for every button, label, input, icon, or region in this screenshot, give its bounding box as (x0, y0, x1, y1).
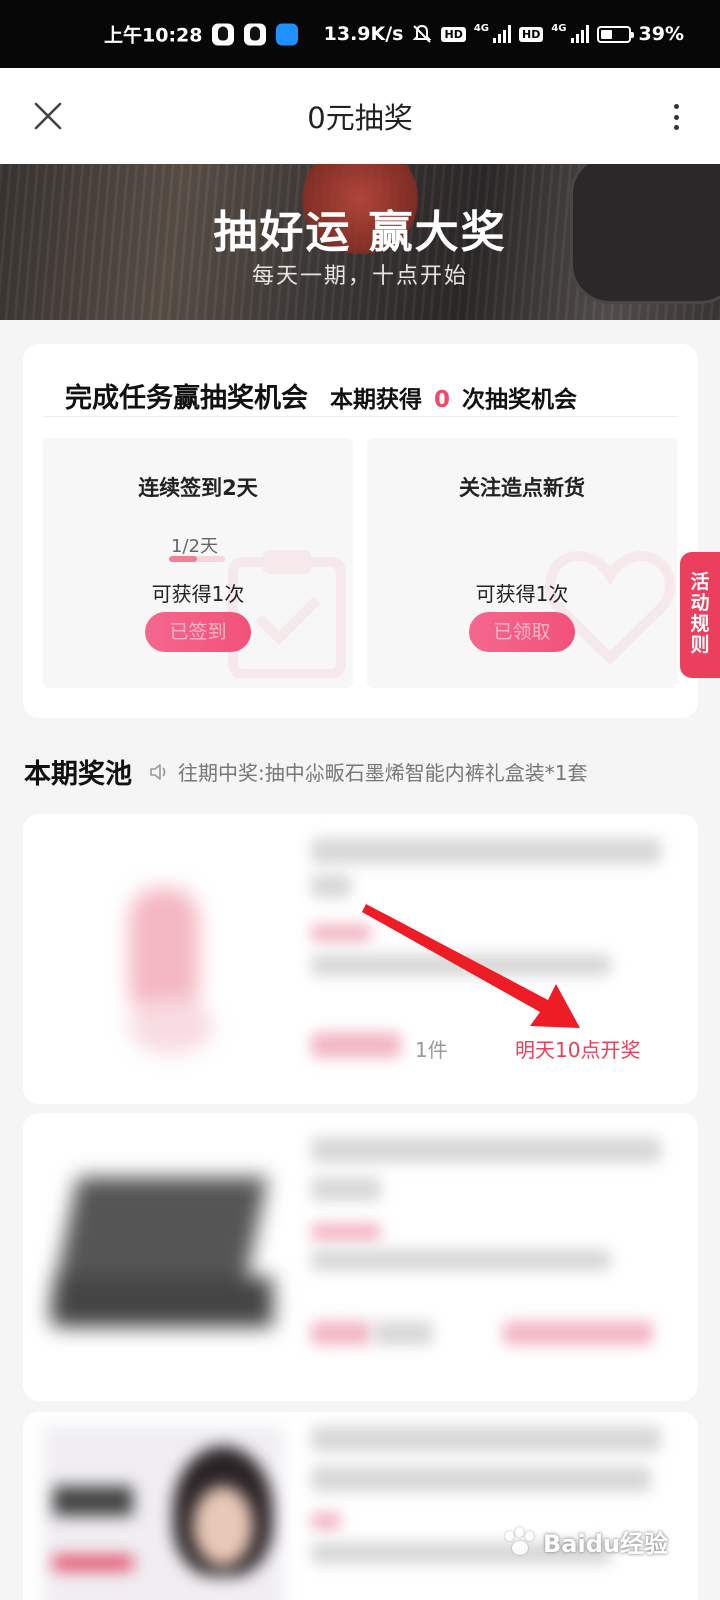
signal-icon (493, 25, 511, 43)
banner: 抽好运 赢大奖 每天一期，十点开始 (0, 164, 720, 320)
signed-in-button[interactable]: 已签到 (145, 612, 251, 652)
network-type: 4G (551, 23, 567, 34)
status-time: 上午10:28 (104, 24, 203, 47)
speaker-icon (150, 763, 166, 780)
qq-icon (244, 23, 267, 45)
task-card-title: 完成任务赢抽奖机会 (65, 383, 308, 414)
more-vertical-icon[interactable] (672, 104, 680, 130)
prize-card[interactable] (23, 1113, 698, 1401)
prize-image (43, 1426, 283, 1600)
prize-draw-time: 明天10点开奖 (515, 1038, 641, 1062)
task-follow: 关注造点新货 可获得1次 已领取 (367, 438, 677, 688)
task-reward: 可获得1次 (151, 582, 245, 606)
qq-icon (212, 23, 235, 45)
app-icon (276, 23, 299, 45)
prize-pool-news: 往期中奖:抽中尛畈石墨烯智能内裤礼盒装*1套 (148, 757, 587, 786)
prize-quantity: 1件 (415, 1038, 448, 1062)
network-speed: 13.9K/s (323, 23, 404, 45)
task-reward: 可获得1次 (475, 582, 569, 606)
mute-bell-icon (413, 24, 432, 43)
page-title: 0元抽奖 (307, 101, 413, 135)
battery-percent: 39% (638, 23, 684, 45)
prize-pool-title: 本期奖池 (24, 759, 132, 790)
clipboard-check-icon (228, 550, 346, 678)
banner-title: 抽好运 赢大奖 (213, 207, 507, 258)
chances-prefix: 本期获得 (330, 387, 422, 413)
rules-tab[interactable]: 活动规则 (680, 552, 720, 678)
prize-pool-news-text: 往期中奖:抽中尛畈石墨烯智能内裤礼盒装*1套 (178, 761, 588, 785)
task-progress-text: 1/2天 (171, 536, 218, 557)
status-bar: 上午10:28 13.9K/s HD 4G HD 4G 39% (0, 0, 720, 68)
divider (43, 416, 678, 417)
hd-badge: HD (519, 26, 544, 42)
task-title: 关注造点新货 (459, 476, 585, 500)
battery-icon (596, 25, 634, 43)
paw-icon (503, 1526, 537, 1557)
prize-card[interactable]: 1件 明天10点开奖 (23, 814, 698, 1104)
banner-subtitle: 每天一期，十点开始 (251, 264, 468, 289)
claimed-button[interactable]: 已领取 (469, 612, 575, 652)
prize-image (43, 1127, 283, 1367)
network-type: 4G (473, 23, 489, 34)
nav-bar: 0元抽奖 (0, 68, 720, 164)
prize-card[interactable] (23, 1412, 698, 1600)
chances-suffix: 次抽奖机会 (462, 387, 578, 413)
chances-count: 0 (434, 387, 451, 413)
signal-icon (570, 25, 589, 43)
hd-badge: HD (441, 26, 466, 42)
rules-tab-label: 活动规则 (690, 571, 710, 656)
task-progress-bar (169, 556, 225, 562)
task-sign-in: 连续签到2天 1/2天 可获得1次 已签到 (43, 438, 353, 688)
baidu-watermark: Baidu经验 (503, 1524, 668, 1559)
task-title: 连续签到2天 (138, 476, 258, 500)
task-card: 完成任务赢抽奖机会 本期获得 0 次抽奖机会 连续签到2天 1/2天 可获得1次… (23, 344, 698, 718)
watermark-text: Baidu经验 (543, 1530, 668, 1558)
prize-image (43, 828, 283, 1068)
